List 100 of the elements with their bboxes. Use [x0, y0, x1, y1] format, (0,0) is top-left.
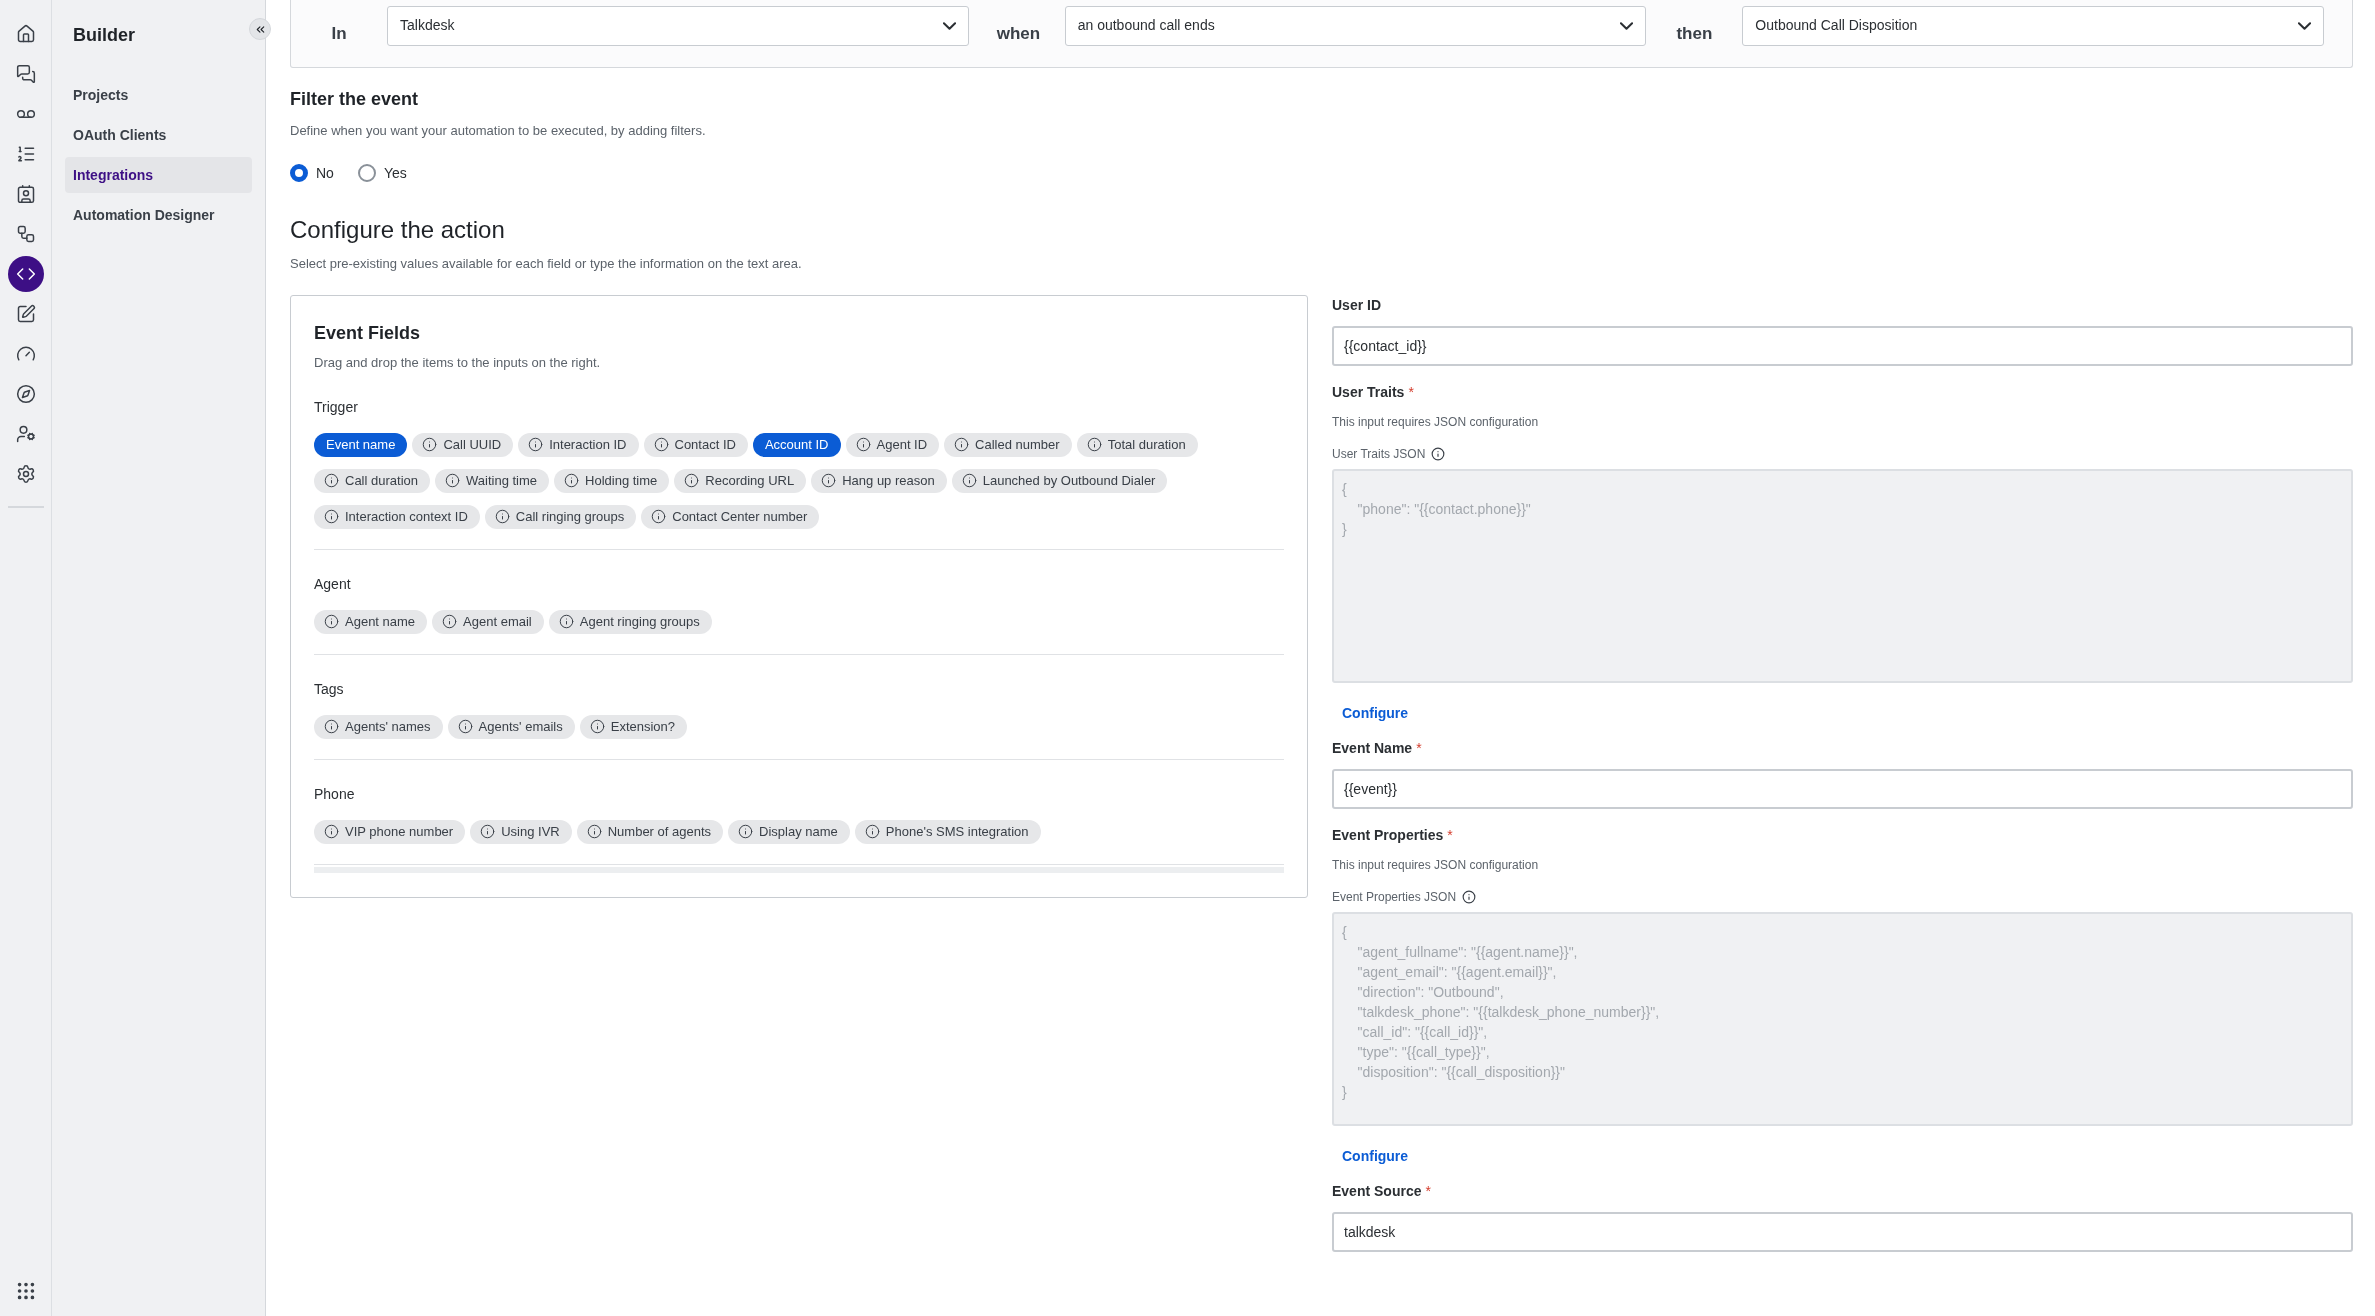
info-icon: [480, 824, 496, 839]
card-description: Drag and drop the items to the inputs on the right.: [314, 354, 602, 372]
field-chip[interactable]: VIP phone number: [314, 819, 466, 844]
field-label: Event Properties: [1332, 826, 1444, 845]
field-chip[interactable]: Holding time: [554, 468, 670, 493]
info-icon: [324, 509, 339, 524]
field-chip[interactable]: Number of agents: [576, 819, 724, 844]
sidebar-item[interactable]: Integrations: [65, 157, 252, 193]
field-chip[interactable]: Agent email: [432, 609, 544, 634]
field-chip[interactable]: Interaction ID: [518, 432, 639, 457]
field-label: User Traits: [1332, 383, 1405, 402]
field-chip[interactable]: Contact ID: [643, 432, 748, 457]
field-chip[interactable]: Using IVR: [470, 819, 572, 844]
field-chip[interactable]: Interaction context ID: [314, 504, 480, 529]
json-textarea[interactable]: { "agent_fullname": "{{agent.name}}", "agent_email": "{{agent.email}}", "direction": "Outbound", "talkdesk_phone": "{{talkdesk_phone_number}}", "call_id": "{{call_id}}", "type": "{{call_type}}", "disposition": "{{call_disposition}}" }: [1332, 912, 2353, 1126]
list-icon: [15, 144, 36, 164]
field-chip[interactable]: Call UUID: [412, 432, 514, 457]
home-icon: [15, 24, 36, 44]
section-title: Configure the action: [290, 214, 506, 245]
collapse-button[interactable]: [249, 18, 271, 40]
gauge-icon: [15, 344, 36, 364]
required-mark: *: [1408, 383, 1414, 402]
chevron-down-icon: [942, 21, 956, 30]
json-label: Event Properties JSON: [1332, 889, 1457, 906]
field-hint: This input requires JSON configuration: [1332, 414, 1540, 431]
radio-option[interactable]: Yes: [357, 162, 407, 184]
info-icon: [589, 719, 605, 734]
info-icon: [1462, 890, 1477, 904]
edit-icon: [15, 304, 36, 324]
rail-button[interactable]: [7, 256, 44, 292]
radio-button[interactable]: [357, 164, 376, 182]
chat-icon: [15, 64, 36, 84]
required-mark: *: [1416, 739, 1422, 758]
group-title: Tags: [314, 679, 345, 699]
dropdown-select[interactable]: Outbound Call Disposition: [1742, 5, 2324, 46]
field-chip[interactable]: Contact Center number: [641, 504, 820, 529]
field-chip[interactable]: Agent ringing groups: [548, 609, 712, 634]
info-icon: [1086, 437, 1102, 452]
info-icon: [494, 509, 510, 524]
field-chip[interactable]: Launched by Outbound Dialer: [951, 468, 1168, 493]
field-chip[interactable]: Extension?: [579, 714, 688, 739]
info-icon: [855, 437, 871, 452]
field-chip[interactable]: Agent name: [314, 609, 428, 634]
configure-link[interactable]: Configure: [1342, 703, 1409, 724]
field-label: Event Source: [1332, 1182, 1422, 1201]
configure-link[interactable]: Configure: [1342, 1146, 1409, 1167]
card-title: Event Fields: [314, 322, 422, 345]
field-chip[interactable]: Agents' emails: [447, 714, 575, 739]
radio-button[interactable]: [290, 164, 308, 182]
field-chip[interactable]: Total duration: [1076, 432, 1198, 457]
text-input[interactable]: {{contact_id}}: [1332, 326, 2353, 366]
required-mark: *: [1425, 1182, 1431, 1201]
info-icon: [445, 473, 460, 488]
field-chip[interactable]: Display name: [728, 819, 850, 844]
field-label: Event Name: [1332, 739, 1413, 758]
info-icon: [961, 473, 977, 488]
section-description: Select pre-existing values available for each field or type the information on the text area.: [290, 254, 803, 273]
field-chip[interactable]: Call duration: [314, 468, 430, 493]
json-textarea[interactable]: { "phone": "{{contact.phone}}" }: [1332, 469, 2353, 683]
group-title: Agent: [314, 574, 352, 594]
field-chip[interactable]: Phone's SMS integration: [854, 819, 1041, 844]
sidebar-item[interactable]: Projects: [65, 77, 252, 113]
dropdown-select[interactable]: an outbound call ends: [1064, 5, 1647, 46]
text-input[interactable]: {{event}}: [1332, 769, 2353, 809]
field-chip[interactable]: Agent ID: [845, 432, 940, 457]
info-icon: [324, 473, 339, 488]
field-chip[interactable]: Recording URL: [674, 468, 807, 493]
trigger-label: when: [996, 22, 1037, 45]
sidebar-title: Builder: [72, 24, 136, 47]
required-mark: *: [1447, 826, 1453, 845]
field-chip[interactable]: Hang up reason: [811, 468, 947, 493]
workflow-icon: [15, 224, 36, 244]
field-chip[interactable]: Event name: [314, 432, 408, 457]
section-title: Filter the event: [290, 88, 420, 111]
sidebar-item[interactable]: OAuth Clients: [65, 117, 252, 153]
contact-card-icon: [15, 184, 36, 204]
sidebar-item[interactable]: Automation Designer: [65, 197, 252, 233]
chevron-down-icon: [2298, 21, 2311, 30]
field-chip[interactable]: Called number: [944, 432, 1072, 457]
text-input[interactable]: talkdesk: [1332, 1212, 2353, 1252]
field-chip[interactable]: Waiting time: [435, 468, 550, 493]
compass-icon: [15, 384, 36, 404]
radio-option[interactable]: No: [290, 162, 334, 184]
field-label: User ID: [1332, 296, 1382, 315]
dropdown-select[interactable]: Talkdesk: [387, 5, 969, 46]
info-icon: [442, 614, 458, 629]
field-chip[interactable]: Call ringing groups: [484, 504, 637, 529]
info-icon: [738, 824, 754, 839]
info-icon: [324, 719, 339, 734]
json-label: User Traits JSON: [1332, 446, 1426, 463]
info-icon: [653, 437, 669, 452]
info-icon: [324, 824, 339, 839]
info-icon: [586, 824, 602, 839]
field-chip[interactable]: Account ID: [752, 432, 841, 457]
info-icon: [564, 473, 580, 488]
info-icon: [558, 614, 574, 629]
section-description: Define when you want your automation to be executed, by adding filters.: [290, 122, 707, 140]
info-icon: [864, 824, 880, 839]
field-chip[interactable]: Agents' names: [314, 714, 443, 739]
info-icon: [954, 437, 970, 452]
